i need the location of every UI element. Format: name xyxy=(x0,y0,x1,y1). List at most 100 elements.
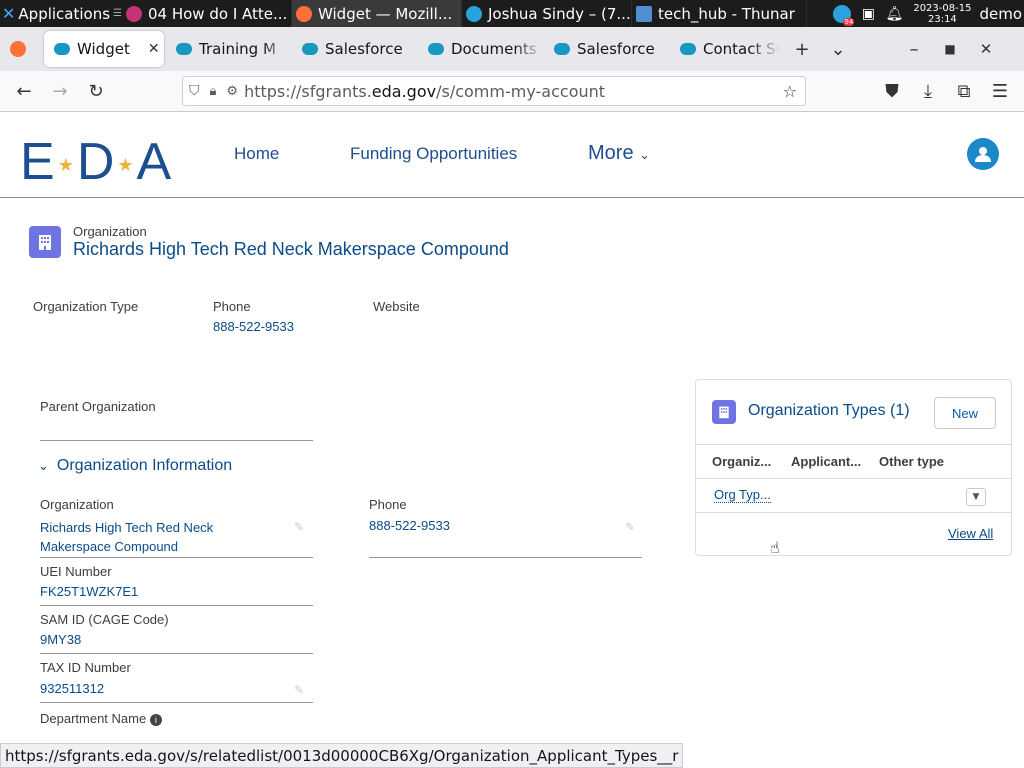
url-bar[interactable]: ⛉ 🔒︎ ⚙ https://sfgrants.eda.gov/s/comm-m… xyxy=(182,76,806,106)
section-header-organization-information[interactable]: ⌄ Organization Information xyxy=(38,457,232,475)
tab-salesforce-1[interactable]: Salesforce xyxy=(292,31,418,67)
phone-field-value[interactable]: 888-522-9533 xyxy=(369,518,450,533)
badge: 94 xyxy=(843,17,855,26)
sam-id-label: SAM ID (CAGE Code) xyxy=(40,612,169,627)
edit-pencil-icon[interactable]: ✎ xyxy=(625,520,635,534)
nav-funding-opportunities[interactable]: Funding Opportunities xyxy=(350,144,517,164)
url-text: https://sfgrants.eda.gov/s/comm-my-accou… xyxy=(244,81,606,101)
uei-label: UEI Number xyxy=(40,564,112,579)
clock-time: 23:14 xyxy=(927,13,957,25)
salesforce-icon xyxy=(54,43,70,55)
xfce-icon: ✕ xyxy=(2,4,16,23)
nav-home[interactable]: Home xyxy=(234,144,279,164)
card-title[interactable]: Organization Types (1) xyxy=(748,402,910,420)
column-header-other-type[interactable]: Other type xyxy=(879,454,944,469)
divider xyxy=(696,444,1011,445)
clipboard-icon[interactable]: ▣ xyxy=(859,5,877,23)
edit-pencil-icon[interactable]: ✎ xyxy=(294,520,304,534)
tab-salesforce-2[interactable]: Salesforce xyxy=(544,31,670,67)
chevron-down-icon: ⌄ xyxy=(639,147,651,162)
shield-icon[interactable]: ⛉ xyxy=(189,83,200,99)
new-button[interactable]: New xyxy=(934,397,996,429)
task-label: 04 How do I Atte... xyxy=(148,4,288,23)
reload-icon[interactable]: ↻ xyxy=(78,75,114,107)
task-label: Joshua Sindy – (7... xyxy=(488,4,631,23)
tax-id-value: 932511312 xyxy=(40,681,105,696)
organization-icon xyxy=(712,400,736,424)
tab-contact[interactable]: Contact Su xyxy=(670,31,780,67)
tab-training[interactable]: Training M xyxy=(166,31,292,67)
object-label: Organization xyxy=(73,224,147,239)
organization-value: Richards High Tech Red Neck Makerspace Co… xyxy=(40,520,214,554)
applications-menu[interactable]: ✕ Applications ☰ xyxy=(0,4,122,23)
tab-label: Salesforce xyxy=(325,40,403,58)
organization-types-card: Organization Types (1) New Organiz... Ap… xyxy=(695,379,1012,556)
lock-icon[interactable]: 🔒︎ xyxy=(210,84,217,99)
user-avatar[interactable] xyxy=(967,138,999,170)
clock[interactable]: 2023-08-15 23:14 xyxy=(913,3,971,25)
bookmark-star-icon[interactable]: ☆ xyxy=(783,82,797,101)
task-firefox[interactable]: Widget — Mozill... xyxy=(292,0,462,27)
applications-label: Applications xyxy=(18,4,111,23)
maximize-icon[interactable]: ■ xyxy=(932,31,968,67)
tax-id-label: TAX ID Number xyxy=(40,660,131,675)
user-menu[interactable]: demo xyxy=(979,5,1022,23)
firefox-icon xyxy=(296,5,312,22)
row-actions-dropdown-icon[interactable]: ▼ xyxy=(966,488,986,506)
clock-date: 2023-08-15 xyxy=(913,2,972,14)
hand-cursor-icon: ☝ xyxy=(770,538,780,557)
close-tab-icon[interactable]: ✕ xyxy=(148,41,160,57)
info-icon[interactable]: i xyxy=(149,713,162,726)
navigation-bar: ← → ↻ ⛉ 🔒︎ ⚙ https://sfgrants.eda.gov/s/… xyxy=(0,71,1024,112)
nav-more[interactable]: More ⌄ xyxy=(588,142,650,165)
extensions-icon[interactable]: ⧉ xyxy=(946,75,982,107)
organization-label: Organization xyxy=(40,497,114,512)
department-name-label: Department Name i xyxy=(40,711,162,726)
telegram-tray-icon[interactable]: 94 xyxy=(833,4,855,26)
uei-value: FK25T1WZK7E1 xyxy=(40,584,139,599)
org-type-label: Organization Type xyxy=(33,299,139,314)
salesforce-icon xyxy=(302,43,318,55)
parent-organization-label: Parent Organization xyxy=(40,399,156,414)
tab-label: Widget xyxy=(77,40,130,58)
sam-id-value: 9MY38 xyxy=(40,632,82,647)
folder-icon xyxy=(636,5,652,22)
column-header-organization[interactable]: Organiz... xyxy=(712,454,771,469)
list-tabs-icon[interactable]: ⌄ xyxy=(820,31,856,67)
phone-field-label: Phone xyxy=(369,497,407,512)
task-telegram[interactable]: Joshua Sindy – (7... xyxy=(462,0,632,27)
forward-icon[interactable]: → xyxy=(42,75,78,107)
task-video[interactable]: 04 How do I Atte... xyxy=(122,0,292,27)
tab-widget[interactable]: Widget ✕ xyxy=(44,31,164,67)
field-divider xyxy=(40,702,313,703)
close-window-icon[interactable]: ✕ xyxy=(968,31,1004,67)
notification-bell-icon[interactable]: 🔔︎ xyxy=(885,5,903,23)
field-divider xyxy=(369,557,642,558)
view-all-link[interactable]: View All xyxy=(948,526,993,541)
edit-pencil-icon[interactable]: ✎ xyxy=(294,683,304,697)
task-thunar[interactable]: tech_hub - Thunar xyxy=(632,0,807,27)
website-label: Website xyxy=(373,299,420,314)
record-title: Richards High Tech Red Neck Makerspace C… xyxy=(73,239,509,259)
new-tab-icon[interactable]: + xyxy=(784,31,820,67)
column-header-applicant[interactable]: Applicant... xyxy=(791,454,861,469)
web-page: E ★D ★A Home Funding Opportunities More ⌄ … xyxy=(0,112,1024,768)
downloads-icon[interactable]: ⤓ xyxy=(910,75,946,107)
pocket-icon[interactable]: ⛊ xyxy=(874,75,910,107)
phone-value[interactable]: 888-522-9533 xyxy=(213,319,294,334)
back-icon[interactable]: ← xyxy=(6,75,42,107)
chevron-down-icon: ⌄ xyxy=(38,458,49,473)
phone-label: Phone xyxy=(213,299,251,314)
tab-documents[interactable]: Documents xyxy=(418,31,544,67)
firefox-icon xyxy=(10,41,26,57)
org-type-link[interactable]: Org Typ... xyxy=(714,487,771,503)
minimize-icon[interactable]: – xyxy=(896,31,932,67)
salesforce-icon xyxy=(176,43,192,55)
divider xyxy=(696,512,1011,513)
field-divider xyxy=(40,653,313,654)
firefox-view-button[interactable] xyxy=(0,31,36,67)
app-menu-icon[interactable]: ☰ xyxy=(982,75,1018,107)
eda-logo[interactable]: E ★D ★A xyxy=(20,132,172,192)
permissions-icon[interactable]: ⚙ xyxy=(226,84,238,99)
organization-icon xyxy=(29,226,61,258)
